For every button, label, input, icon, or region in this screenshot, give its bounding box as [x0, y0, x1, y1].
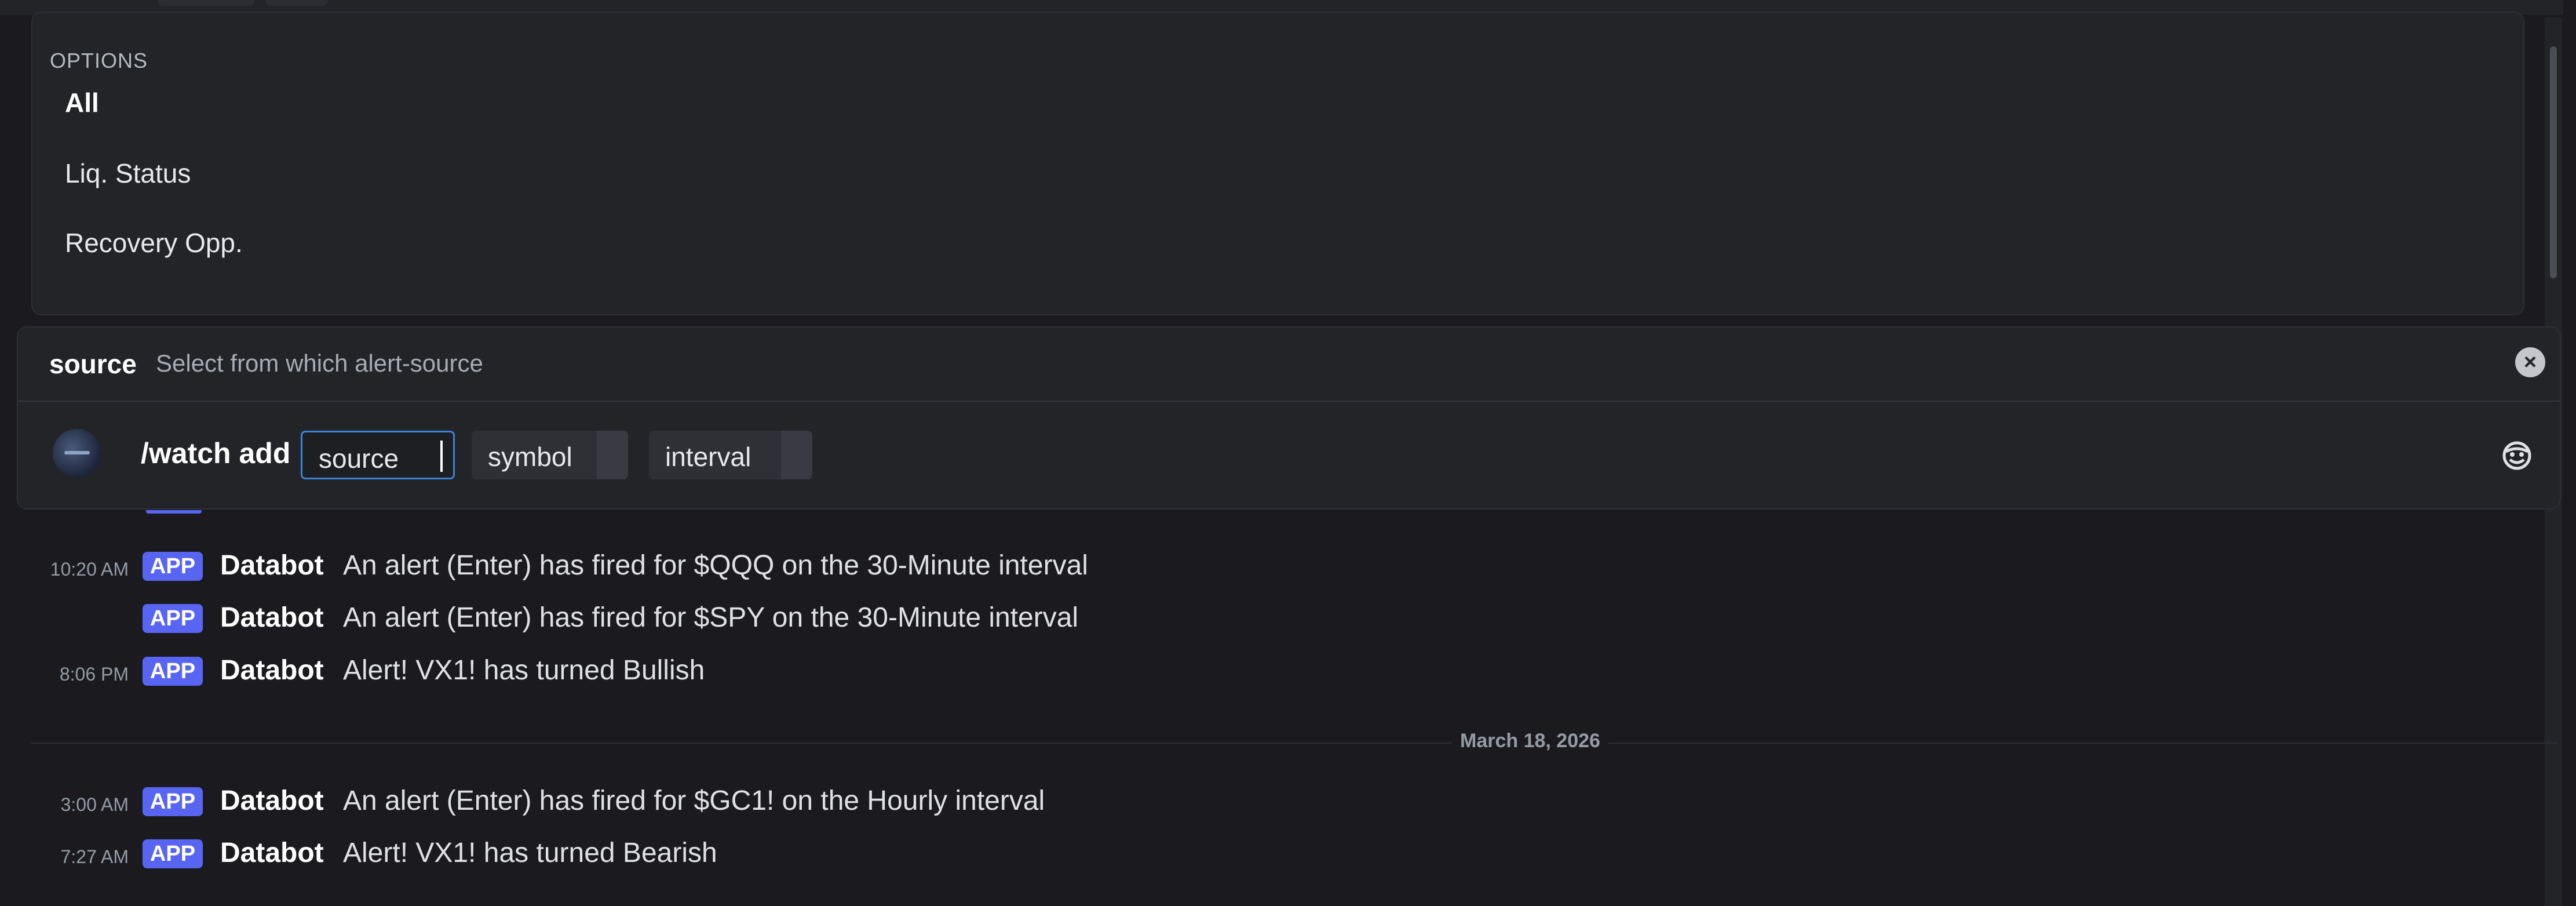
timestamp: 8:06 PM [59, 664, 129, 685]
app-badge: APP [143, 657, 203, 686]
option-recovery-opp[interactable]: Recovery Opp. [65, 211, 2487, 275]
chip-tail [597, 431, 628, 479]
emoji-picker-icon[interactable] [2501, 440, 2533, 471]
message-text: An alert (Enter) has fired for $QQQ on t… [343, 550, 1088, 581]
text-caret [440, 441, 443, 472]
param-name: source [49, 349, 137, 379]
top-tab-stub [265, 0, 328, 6]
date-divider: March 18, 2026 [31, 730, 2557, 752]
author-name[interactable]: Databot [220, 837, 324, 869]
timestamp: 10:20 AM [50, 559, 129, 580]
param-description: Select from which alert-source [156, 350, 483, 377]
arg-source-input[interactable]: source [301, 431, 455, 479]
message-text: An alert (Enter) has fired for $SPY on t… [343, 602, 1079, 633]
option-liq-status[interactable]: Liq. Status [65, 141, 2487, 205]
scrollbar-thumb[interactable] [2550, 46, 2557, 278]
author-name[interactable]: Databot [220, 785, 324, 817]
author-name[interactable]: Databot [220, 550, 324, 581]
date-divider-label: March 18, 2026 [1452, 730, 1608, 752]
arg-symbol-chip[interactable]: symbol [472, 431, 628, 479]
app-badge: APP [143, 787, 203, 816]
author-name[interactable]: Databot [220, 602, 324, 634]
arg-symbol-label: symbol [488, 442, 572, 472]
options-popup: OPTIONS All Liq. Status Recovery Opp. [31, 12, 2524, 315]
message-row[interactable]: 10:20 AM APP Databot An alert (Enter) ha… [0, 541, 2544, 590]
arg-source-label: source [319, 443, 399, 474]
timestamp: 3:00 AM [60, 794, 129, 815]
bot-avatar [53, 429, 101, 478]
app-badge: APP [143, 839, 203, 868]
message-text: An alert (Enter) has fired for $GC1! on … [343, 785, 1045, 816]
options-header: OPTIONS [50, 49, 148, 72]
message-text: Alert! VX1! has turned Bullish [343, 655, 705, 686]
author-name[interactable]: Databot [220, 654, 324, 686]
top-tab-stub [158, 0, 255, 6]
arg-interval-chip[interactable]: interval [649, 431, 812, 479]
command-name: /watch add [141, 437, 291, 470]
arg-interval-label: interval [665, 442, 751, 472]
message-row[interactable]: 3:00 AM APP Databot An alert (Enter) has… [0, 777, 2544, 825]
app-badge: APP [143, 604, 203, 633]
app-badge: APP [143, 552, 203, 581]
message-row[interactable]: 7:27 AM APP Databot Alert! VX1! has turn… [0, 829, 2544, 878]
chip-tail [781, 431, 812, 479]
message-text: Alert! VX1! has turned Bearish [343, 838, 717, 868]
command-composer: source Select from which alert-source × … [17, 326, 2561, 510]
badge-edge [146, 510, 202, 514]
option-all[interactable]: All [65, 71, 2487, 134]
message-row[interactable]: APP Databot An alert (Enter) has fired f… [0, 594, 2544, 642]
option-hint-bar: source Select from which alert-source × [18, 328, 2560, 402]
message-row[interactable]: 8:06 PM APP Databot Alert! VX1! has turn… [0, 646, 2544, 695]
timestamp: 7:27 AM [60, 846, 129, 867]
clear-circle-icon[interactable]: × [2515, 347, 2545, 377]
